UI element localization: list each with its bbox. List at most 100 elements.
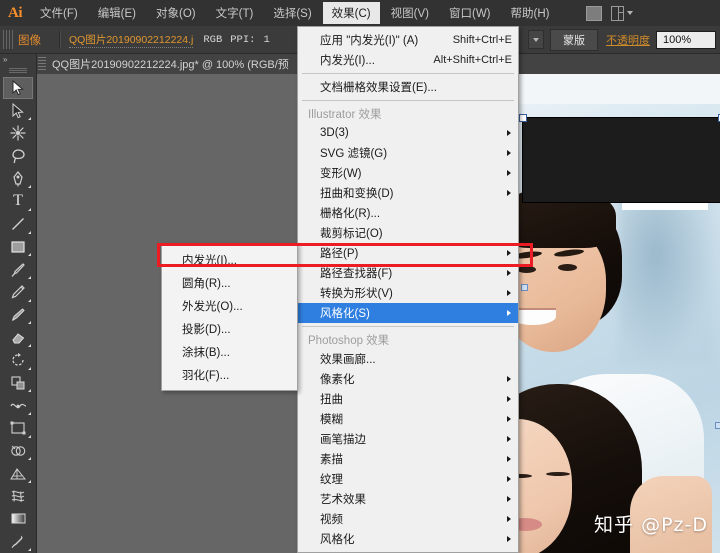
menu-item-crop-marks[interactable]: 裁剪标记(O)	[298, 223, 518, 243]
document-tab-title[interactable]: QQ图片20190902212224.jpg* @ 100% (RGB/预	[52, 56, 289, 72]
menu-item-label: 应用 "内发光(I)" (A)	[320, 35, 419, 47]
selection-handle-top-left[interactable]	[519, 114, 527, 122]
control-bar-right: 蒙版 不透明度 100%	[528, 26, 716, 53]
selection-handle-bottom-left[interactable]	[521, 284, 528, 291]
width-tool[interactable]	[3, 394, 33, 417]
control-object-type: 图像	[18, 34, 41, 47]
selection-anchor-point[interactable]	[715, 422, 720, 429]
tool-flyout-indicator	[28, 185, 31, 189]
pen-tool[interactable]	[3, 167, 33, 190]
submenu-item-outer-glow[interactable]: 外发光(O)...	[162, 294, 297, 317]
menu-item-label: 内发光(I)...	[182, 254, 237, 267]
opacity-flyout-icon[interactable]	[528, 30, 544, 49]
menu-item-distort[interactable]: 扭曲	[298, 389, 518, 409]
menu-select[interactable]: 选择(S)	[264, 2, 320, 24]
chevron-down-icon[interactable]	[627, 11, 634, 15]
menu-item-effect-gallery[interactable]: 效果画廊...	[298, 349, 518, 369]
arrange-documents-icon[interactable]	[611, 4, 634, 22]
menu-item-inner-glow-dialog[interactable]: 内发光(I)... Alt+Shift+Ctrl+E	[298, 50, 518, 70]
opacity-input[interactable]: 100%	[656, 30, 716, 49]
tool-flyout-indicator	[28, 547, 31, 551]
menu-item-stylize[interactable]: 风格化(S)	[298, 303, 518, 323]
menu-item-texture[interactable]: 纹理	[298, 469, 518, 489]
eraser-tool[interactable]	[3, 326, 33, 349]
menu-item-sketch[interactable]: 素描	[298, 449, 518, 469]
menu-file[interactable]: 文件(F)	[31, 2, 87, 24]
menu-window[interactable]: 窗口(W)	[440, 2, 500, 24]
gradient-tool[interactable]	[3, 508, 33, 531]
tab-grip[interactable]	[38, 57, 46, 71]
magic-wand-tool[interactable]	[3, 122, 33, 145]
line-segment-tool[interactable]	[3, 213, 33, 236]
menu-item-video[interactable]: 视频	[298, 509, 518, 529]
menu-item-label: 外发光(O)...	[182, 300, 243, 313]
submenu-item-round-corners[interactable]: 圆角(R)...	[162, 271, 297, 294]
menu-item-distort-transform[interactable]: 扭曲和变换(D)	[298, 183, 518, 203]
scale-tool[interactable]	[3, 372, 33, 395]
submenu-item-drop-shadow[interactable]: 投影(D)...	[162, 317, 297, 340]
menu-item-shortcut: Alt+Shift+Ctrl+E	[433, 54, 512, 66]
stylize-submenu[interactable]: 内发光(I)... 圆角(R)... 外发光(O)... 投影(D)... 涂抹…	[161, 243, 298, 391]
submenu-item-feather[interactable]: 羽化(F)...	[162, 363, 297, 386]
menu-item-convert-to-shape[interactable]: 转换为形状(V)	[298, 283, 518, 303]
menu-item-shortcut: Shift+Ctrl+E	[452, 34, 512, 46]
menu-item-label: 投影(D)...	[182, 323, 231, 336]
tool-flyout-indicator	[28, 321, 31, 325]
menu-item-rasterize[interactable]: 栅格化(R)...	[298, 203, 518, 223]
menu-type[interactable]: 文字(T)	[207, 2, 263, 24]
submenu-arrow-icon	[507, 170, 511, 176]
menu-item-label: 转换为形状(V)	[320, 288, 393, 300]
submenu-item-inner-glow[interactable]: 内发光(I)...	[162, 248, 297, 271]
linked-file-name[interactable]: QQ图片20190902212224.j	[69, 31, 194, 48]
effect-dropdown-menu[interactable]: 应用 "内发光(I)" (A) Shift+Ctrl+E 内发光(I)... A…	[297, 26, 519, 553]
free-transform-tool[interactable]	[3, 417, 33, 440]
menu-item-svg-filters[interactable]: SVG 滤镜(G)	[298, 143, 518, 163]
bridge-icon[interactable]	[583, 4, 605, 22]
paintbrush-tool[interactable]	[3, 258, 33, 281]
menu-item-3d[interactable]: 3D(3)	[298, 123, 518, 143]
menu-item-stylize-ps[interactable]: 风格化	[298, 529, 518, 549]
photo-top-band	[506, 74, 720, 104]
illustrator-effects-header: Illustrator 效果	[308, 108, 382, 121]
menu-item-brush-strokes[interactable]: 画笔描边	[298, 429, 518, 449]
opacity-label[interactable]: 不透明度	[606, 32, 650, 48]
submenu-arrow-icon	[507, 130, 511, 136]
submenu-item-scribble[interactable]: 涂抹(B)...	[162, 340, 297, 363]
mesh-tool[interactable]	[3, 485, 33, 508]
pencil-tool[interactable]	[3, 281, 33, 304]
menu-help[interactable]: 帮助(H)	[502, 2, 559, 24]
menu-item-apply-inner-glow[interactable]: 应用 "内发光(I)" (A) Shift+Ctrl+E	[298, 30, 518, 50]
type-tool[interactable]: T	[3, 190, 33, 213]
rotate-tool[interactable]	[3, 349, 33, 372]
menu-item-blur[interactable]: 模糊	[298, 409, 518, 429]
menu-item-label: 像素化	[320, 374, 355, 386]
tool-flyout-indicator	[28, 411, 31, 415]
perspective-grid-tool[interactable]	[3, 462, 33, 485]
illustrator-window: Ai 文件(F) 编辑(E) 对象(O) 文字(T) 选择(S) 效果(C) 视…	[0, 0, 720, 553]
blob-brush-tool[interactable]	[3, 304, 33, 327]
control-bar-grip[interactable]	[3, 30, 13, 49]
selection-tool[interactable]	[3, 76, 33, 100]
menu-item-pixelate[interactable]: 像素化	[298, 369, 518, 389]
menu-item-warp[interactable]: 变形(W)	[298, 163, 518, 183]
menu-item-label: 内发光(I)...	[320, 55, 375, 67]
menu-item-path[interactable]: 路径(P)	[298, 243, 518, 263]
eyedropper-tool[interactable]	[3, 530, 33, 553]
submenu-arrow-icon	[507, 396, 511, 402]
selected-black-rectangle[interactable]	[522, 117, 720, 203]
shape-builder-tool[interactable]	[3, 440, 33, 463]
menu-view[interactable]: 视图(V)	[382, 2, 438, 24]
menu-item-pathfinder[interactable]: 路径查找器(F)	[298, 263, 518, 283]
menu-item-document-raster-settings[interactable]: 文档栅格效果设置(E)...	[298, 77, 518, 97]
menu-object[interactable]: 对象(O)	[147, 2, 205, 24]
mask-button[interactable]: 蒙版	[550, 28, 598, 51]
lasso-tool[interactable]	[3, 145, 33, 168]
rectangle-tool[interactable]	[3, 236, 33, 259]
menu-effect[interactable]: 效果(C)	[322, 2, 380, 24]
menu-edit[interactable]: 编辑(E)	[89, 2, 145, 24]
color-mode-label: RGB	[203, 33, 223, 46]
tools-panel-grip[interactable]	[9, 67, 27, 73]
menu-item-artistic[interactable]: 艺术效果	[298, 489, 518, 509]
tools-panel-collapse[interactable]: »	[0, 54, 36, 66]
direct-selection-tool[interactable]	[3, 99, 33, 122]
